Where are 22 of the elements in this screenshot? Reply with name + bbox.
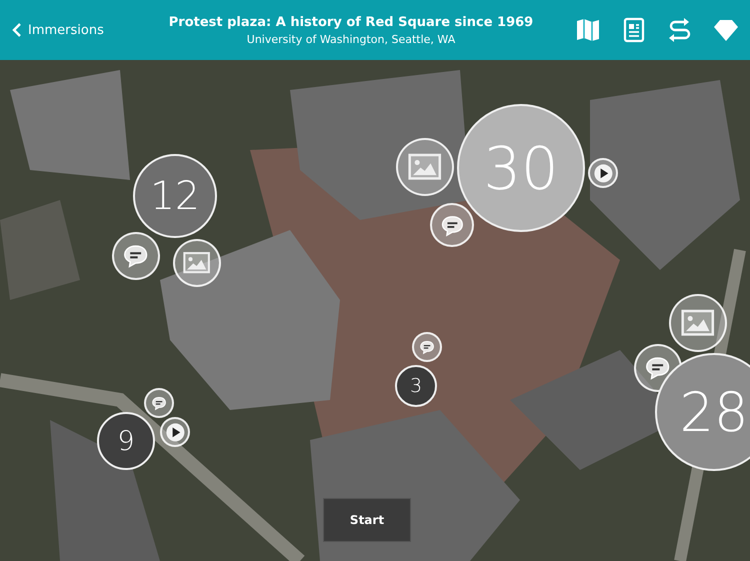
image-marker[interactable] — [669, 294, 727, 352]
comment-marker[interactable] — [430, 203, 474, 247]
page-title: Protest plaza: A history of Red Square since 1969 — [168, 14, 534, 30]
play-icon — [164, 422, 186, 442]
comment-marker[interactable] — [112, 232, 160, 280]
start-button[interactable]: Start — [323, 498, 411, 542]
video-marker[interactable] — [588, 158, 618, 188]
map-icon — [575, 17, 601, 43]
comment-marker[interactable] — [144, 388, 174, 418]
back-button[interactable]: Immersions — [8, 18, 158, 42]
comment-marker[interactable] — [412, 332, 442, 362]
page-subtitle: University of Washington, Seattle, WA — [246, 32, 456, 46]
map-button[interactable] — [574, 16, 602, 44]
video-marker[interactable] — [160, 417, 190, 447]
document-icon — [621, 17, 647, 43]
chevron-left-icon — [12, 22, 22, 38]
comment-icon — [418, 338, 436, 356]
comment-icon — [150, 394, 168, 412]
image-marker[interactable] — [173, 239, 221, 287]
play-icon — [592, 162, 614, 184]
diamond-icon — [713, 17, 739, 43]
route-icon — [667, 17, 693, 43]
